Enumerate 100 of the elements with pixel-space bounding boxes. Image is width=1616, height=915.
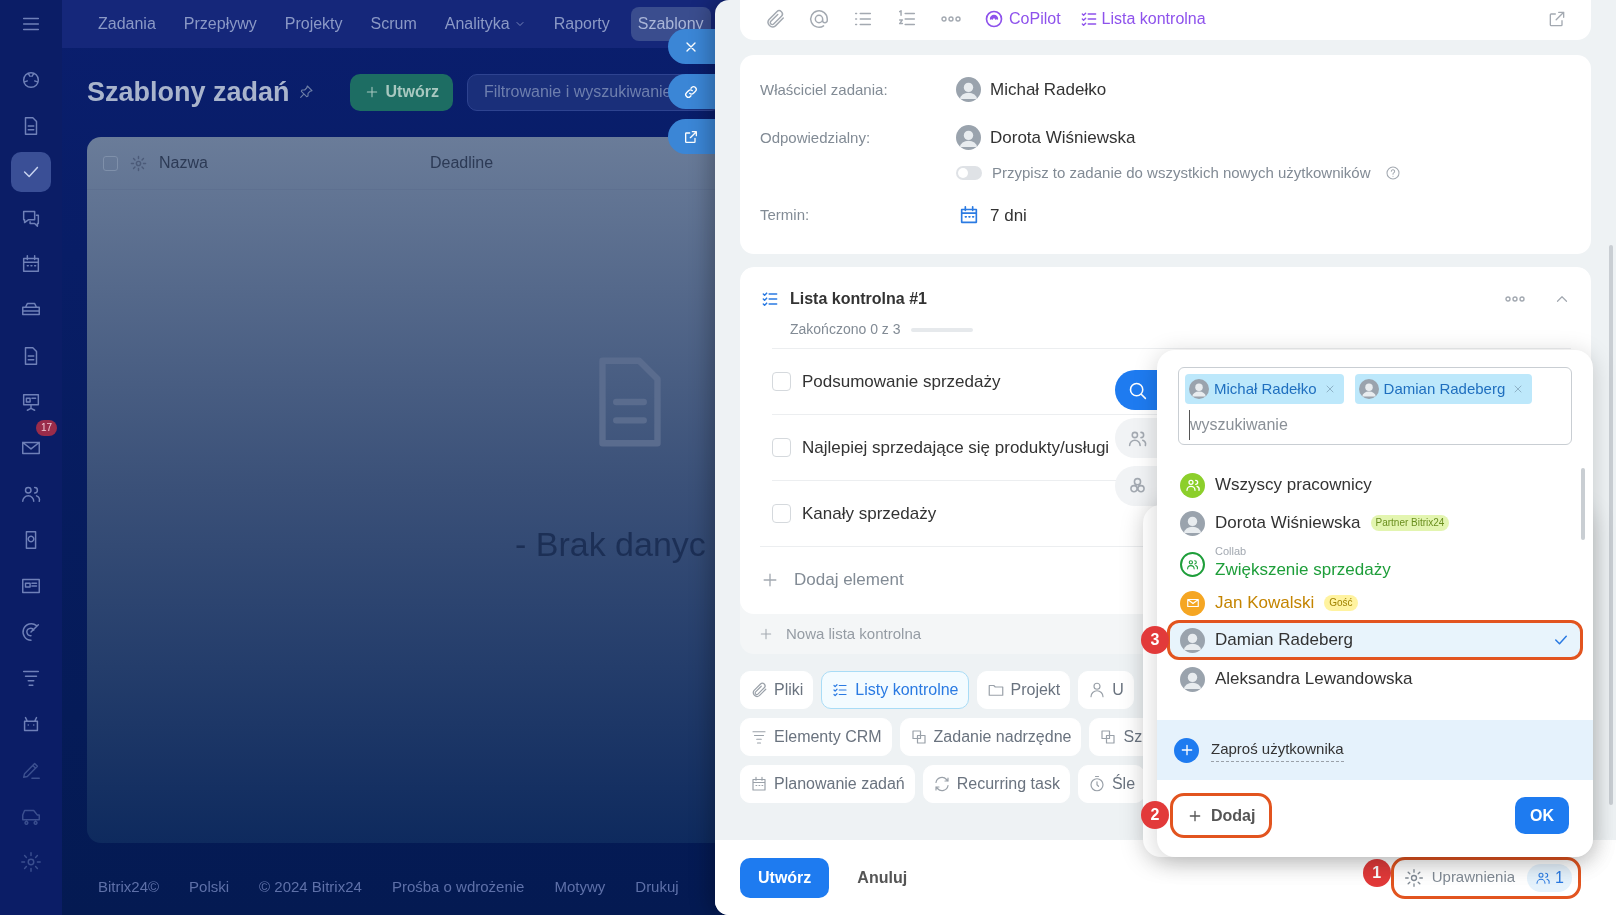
create-button[interactable]: Utwórz	[740, 857, 830, 898]
chip-button[interactable]: Listy kontrolne	[821, 671, 969, 709]
avatar-icon	[1180, 627, 1205, 653]
repeat-icon	[932, 775, 951, 793]
copilot-button[interactable]: CoPilot	[984, 7, 1061, 31]
footer-link[interactable]: Polski	[189, 876, 230, 899]
checklist-button[interactable]: Lista kontrolna	[1078, 7, 1206, 31]
chip-button[interactable]: Projekt	[976, 671, 1071, 709]
settings-icon	[1403, 867, 1424, 888]
checkbox[interactable]	[103, 155, 118, 171]
callout-badge: 2	[1141, 801, 1169, 829]
cancel-button[interactable]: Anuluj	[857, 865, 908, 890]
invite-button[interactable]: Zaproś użytkownika	[1157, 720, 1593, 780]
item-caption: Collab	[1215, 545, 1248, 558]
timer-icon	[1087, 775, 1106, 793]
item-name: Damian Radeberg	[1215, 629, 1353, 652]
item-name: Wszyscy pracownicy	[1215, 474, 1372, 497]
deadline-value[interactable]: 7 dni	[990, 202, 1027, 228]
avatar-icon	[956, 124, 981, 150]
nav-tab[interactable]: Scrum	[363, 7, 424, 41]
plus-icon	[758, 626, 774, 642]
scrollbar[interactable]	[1581, 468, 1585, 540]
nav-tab[interactable]: Zadania	[91, 7, 163, 41]
app-icon	[20, 851, 42, 873]
app-icon	[20, 69, 42, 91]
chip-button[interactable]: Sz	[1089, 718, 1143, 756]
user-tag[interactable]: Michał Radełko	[1185, 374, 1344, 404]
column-header: Nazwa	[159, 153, 209, 173]
paperclip-icon	[750, 681, 768, 699]
column-header: Deadline	[430, 153, 494, 173]
tag-field[interactable]: Michał Radełko Damian Radeberg wyszukiwanie	[1178, 367, 1572, 445]
nav-tab[interactable]: Projekty	[277, 7, 350, 41]
squares-icon	[909, 728, 928, 746]
chip-button[interactable]: Recurring task	[922, 765, 1070, 803]
avatar-icon	[1358, 379, 1379, 399]
ok-button[interactable]: OK	[1515, 797, 1569, 834]
user-name[interactable]: Michał Radełko	[990, 77, 1107, 103]
expand-button[interactable]	[1547, 9, 1567, 29]
open-button[interactable]	[668, 119, 718, 154]
toolbar-button[interactable]	[764, 8, 786, 30]
checklist-item-text: Kanały sprzedaży	[802, 502, 937, 525]
chip-button[interactable]: Planowanie zadań	[740, 765, 915, 803]
people-icon	[1184, 477, 1201, 493]
search-input[interactable]: wyszukiwanie	[1189, 410, 1489, 440]
app-icon	[20, 391, 42, 413]
close-button[interactable]	[668, 29, 718, 64]
item-name: Dorota Wiśniewska	[1215, 512, 1361, 535]
checklist-title: Lista kontrolna #1	[790, 289, 927, 309]
item-name: Zwiększenie sprzedaży	[1215, 559, 1391, 582]
nav-tab[interactable]: Analityka	[437, 7, 533, 41]
create-button[interactable]: Utwórz	[349, 73, 453, 111]
avatar-icon	[1189, 379, 1209, 399]
selector-item[interactable]: Aleksandra Lewandowska	[1167, 660, 1583, 698]
link-icon	[683, 83, 699, 100]
chip-button[interactable]: U	[1078, 671, 1134, 709]
toggle-label: Przypisz to zadanie do wszystkich nowych użytkowników	[992, 163, 1371, 183]
nav-tab[interactable]: Raporty	[546, 7, 617, 41]
toggle-switch[interactable]	[956, 166, 982, 181]
selector-item[interactable]: Damian Radeberg	[1167, 620, 1583, 660]
selector-item[interactable]: Collab Zwiększenie sprzedaży	[1167, 542, 1583, 586]
selector-item[interactable]: Jan Kowalski Gość	[1167, 586, 1583, 620]
add-button[interactable]: Dodaj	[1170, 793, 1273, 838]
external-link-icon	[1547, 9, 1567, 29]
user-tag[interactable]: Damian Radeberg	[1354, 374, 1533, 404]
callout-badge: 3	[1141, 626, 1169, 654]
sidebar-item[interactable]	[11, 152, 51, 192]
checklist-item-text: Podsumowanie sprzedaży	[802, 370, 1001, 393]
field-label: Odpowiedzialny:	[760, 127, 872, 148]
footer-link[interactable]: Drukuj	[635, 876, 679, 899]
chip-button[interactable]: Śle	[1077, 765, 1143, 803]
chip-button[interactable]: Elementy CRM	[740, 718, 892, 756]
avatar-icon	[956, 77, 981, 103]
avatar-icon	[1180, 666, 1205, 692]
footer-link[interactable]: Motywy	[554, 876, 606, 899]
toolbar-button[interactable]	[808, 8, 830, 30]
footer-link[interactable]: © 2024 Bitrix24	[259, 876, 362, 899]
selector-item[interactable]: Dorota Wiśniewska Partner Bitrix24	[1167, 504, 1583, 542]
mention-icon	[808, 8, 830, 30]
settings-icon	[130, 154, 147, 172]
user-name[interactable]: Dorota Wiśniewska	[990, 124, 1136, 150]
selector-item[interactable]: Wszyscy pracownicy	[1167, 466, 1583, 504]
count-badge: 17	[35, 420, 57, 436]
field-label: Termin:	[760, 205, 811, 225]
item-name: Aleksandra Lewandowska	[1215, 668, 1413, 691]
footer-link[interactable]: Prośba o wdrożenie	[391, 876, 525, 899]
chip-button[interactable]: Pliki	[740, 671, 814, 709]
checklist-item-text: Najlepiej sprzedające się produkty/usługi	[802, 436, 1110, 459]
chip-button[interactable]: Zadanie nadrzędne	[899, 718, 1082, 756]
more-icon	[1505, 296, 1525, 302]
checklist-icon	[760, 289, 780, 309]
external-link-icon	[683, 128, 699, 145]
pin-icon	[297, 84, 314, 101]
help-icon	[1384, 165, 1401, 182]
scrollbar[interactable]	[1609, 245, 1613, 805]
footer-link[interactable]: Bitrix24©	[98, 876, 160, 899]
item-name: Jan Kowalski	[1215, 592, 1315, 615]
nav-tab[interactable]: Przepływy	[176, 7, 264, 41]
more-icon	[941, 16, 961, 22]
checklist-icon	[831, 681, 850, 699]
app-icon	[20, 253, 42, 275]
